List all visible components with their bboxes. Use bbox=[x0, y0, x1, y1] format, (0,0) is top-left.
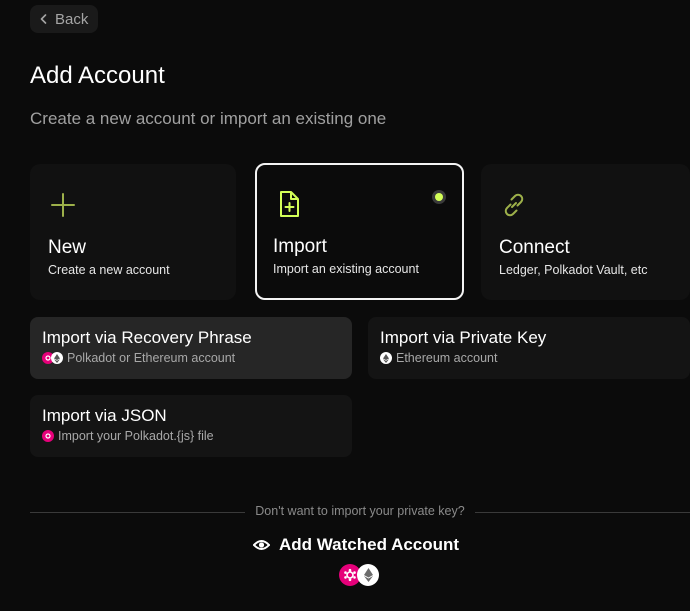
back-label: Back bbox=[55, 10, 89, 28]
add-watched-account-button[interactable]: Add Watched Account bbox=[252, 533, 459, 557]
page-subtitle: Create a new account or import an existi… bbox=[30, 109, 387, 128]
watched-chain-icons bbox=[339, 564, 379, 586]
file-plus-icon bbox=[280, 191, 299, 217]
option-title: Import via Recovery Phrase bbox=[42, 328, 252, 347]
option-subtitle-row: Polkadot or Ethereum account bbox=[42, 351, 235, 365]
chain-icons bbox=[42, 352, 63, 364]
option-subtitle: Import your Polkadot.{js} file bbox=[58, 429, 214, 443]
new-account-card[interactable]: New Create a new account bbox=[30, 164, 236, 300]
option-subtitle: Polkadot or Ethereum account bbox=[67, 351, 236, 365]
link-icon bbox=[504, 193, 524, 217]
card-title: Import bbox=[273, 236, 327, 257]
option-subtitle-row: Import your Polkadot.{js} file bbox=[42, 429, 214, 443]
chevron-left-icon bbox=[40, 14, 47, 24]
ethereum-icon bbox=[357, 564, 379, 586]
import-json-option[interactable]: Import via JSON Import your Polkadot.{js… bbox=[30, 395, 352, 457]
divider-text-wrap: Don't want to import your private key? bbox=[30, 504, 690, 518]
selected-radio bbox=[432, 190, 446, 204]
polkadot-icon bbox=[42, 430, 54, 442]
watched-label: Add Watched Account bbox=[279, 535, 460, 554]
divider-text: Don't want to import your private key? bbox=[245, 504, 475, 518]
import-account-card[interactable]: Import Import an existing account bbox=[255, 163, 464, 300]
ethereum-icon bbox=[380, 352, 392, 364]
plus-icon bbox=[51, 193, 75, 217]
option-subtitle-row: Ethereum account bbox=[380, 351, 497, 365]
import-recovery-phrase-option[interactable]: Import via Recovery Phrase Polkadot or E… bbox=[30, 317, 352, 379]
card-subtitle: Import an existing account bbox=[273, 262, 419, 276]
option-title: Import via JSON bbox=[42, 406, 167, 425]
back-button[interactable]: Back bbox=[30, 5, 99, 33]
card-subtitle: Create a new account bbox=[48, 263, 170, 277]
card-title: Connect bbox=[499, 237, 570, 258]
watched-divider: Don't want to import your private key? bbox=[30, 503, 690, 521]
connect-account-card[interactable]: Connect Ledger, Polkadot Vault, etc bbox=[481, 164, 690, 300]
card-title: New bbox=[48, 237, 87, 258]
import-private-key-option[interactable]: Import via Private Key Ethereum account bbox=[368, 317, 690, 379]
page-title: Add Account bbox=[30, 62, 165, 89]
ethereum-icon bbox=[51, 352, 63, 364]
option-title: Import via Private Key bbox=[380, 328, 547, 347]
option-subtitle: Ethereum account bbox=[396, 351, 498, 365]
card-subtitle: Ledger, Polkadot Vault, etc bbox=[499, 263, 648, 277]
eye-icon bbox=[253, 540, 270, 550]
